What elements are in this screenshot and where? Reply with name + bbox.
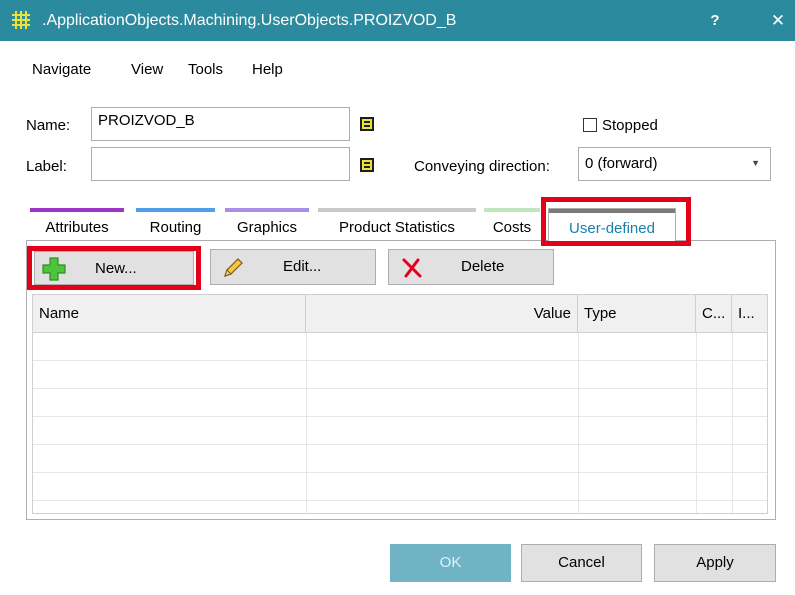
table-row[interactable] bbox=[33, 333, 767, 361]
label-input[interactable] bbox=[91, 147, 350, 181]
column-header-c[interactable]: C... bbox=[696, 295, 732, 333]
cancel-button[interactable]: Cancel bbox=[521, 544, 642, 582]
stopped-label: Stopped bbox=[602, 117, 658, 134]
tab-label: Routing bbox=[149, 219, 202, 236]
tab-label: Costs bbox=[492, 219, 532, 236]
tab-color-bar bbox=[484, 208, 540, 212]
tab-color-bar bbox=[30, 208, 124, 212]
tab-routing[interactable]: Routing bbox=[136, 208, 215, 240]
table-row[interactable] bbox=[33, 389, 767, 417]
tab-graphics[interactable]: Graphics bbox=[225, 208, 309, 240]
delete-button-label: Delete bbox=[461, 258, 505, 275]
conveying-direction-label: Conveying direction: bbox=[414, 158, 550, 175]
stopped-checkbox[interactable] bbox=[583, 118, 597, 132]
menu-tools[interactable]: Tools bbox=[188, 61, 223, 79]
label-label: Label: bbox=[26, 158, 67, 175]
tab-attributes[interactable]: Attributes bbox=[30, 208, 124, 240]
edit-button-label: Edit... bbox=[283, 258, 322, 275]
table-row[interactable] bbox=[33, 361, 767, 389]
tab-label: Attributes bbox=[45, 219, 109, 236]
tab-label: Product Statistics bbox=[339, 219, 455, 236]
conveying-direction-value: 0 (forward) bbox=[585, 155, 658, 172]
close-button[interactable]: ✕ bbox=[766, 8, 790, 34]
tab-color-bar bbox=[225, 208, 309, 212]
table-row[interactable] bbox=[33, 473, 767, 501]
ok-button[interactable]: OK bbox=[390, 544, 511, 582]
tab-label: Graphics bbox=[236, 219, 298, 236]
name-label: Name: bbox=[26, 117, 71, 134]
window-title: .ApplicationObjects.Machining.UserObject… bbox=[42, 12, 457, 29]
column-header-i[interactable]: I... bbox=[732, 295, 767, 333]
table-row[interactable] bbox=[33, 417, 767, 445]
title-bar: .ApplicationObjects.Machining.UserObject… bbox=[0, 0, 795, 41]
grid-icon bbox=[12, 11, 30, 29]
table-row[interactable] bbox=[33, 445, 767, 473]
red-x-icon bbox=[402, 258, 422, 278]
tab-highlight-box bbox=[541, 197, 691, 246]
menu-help[interactable]: Help bbox=[252, 61, 283, 79]
menu-view[interactable]: View bbox=[131, 61, 163, 79]
edit-button[interactable]: Edit... bbox=[210, 249, 376, 285]
column-header-type[interactable]: Type bbox=[578, 295, 696, 333]
new-button-highlight-box bbox=[27, 246, 201, 290]
menu-bar: Navigate View Tools Help bbox=[0, 41, 795, 78]
label-inherit-icon[interactable] bbox=[360, 158, 374, 172]
delete-button[interactable]: Delete bbox=[388, 249, 554, 285]
chevron-down-icon: ▼ bbox=[751, 158, 760, 168]
tab-color-bar bbox=[136, 208, 215, 212]
help-button[interactable]: ? bbox=[703, 8, 727, 34]
tab-color-bar bbox=[318, 208, 476, 212]
user-attributes-table[interactable]: Name Value Type C... I... bbox=[32, 294, 768, 514]
name-input[interactable]: PROIZVOD_B bbox=[91, 107, 350, 141]
name-inherit-icon[interactable] bbox=[360, 117, 374, 131]
table-header: Name Value Type C... I... bbox=[33, 295, 767, 333]
pencil-icon bbox=[224, 258, 243, 277]
conveying-direction-select[interactable]: 0 (forward) ▼ bbox=[578, 147, 771, 181]
tab-product-statistics[interactable]: Product Statistics bbox=[318, 208, 476, 240]
column-header-value[interactable]: Value bbox=[306, 295, 578, 333]
column-header-name[interactable]: Name bbox=[33, 295, 306, 333]
menu-navigate[interactable]: Navigate bbox=[32, 61, 91, 79]
apply-button[interactable]: Apply bbox=[654, 544, 776, 582]
tab-costs[interactable]: Costs bbox=[484, 208, 540, 240]
